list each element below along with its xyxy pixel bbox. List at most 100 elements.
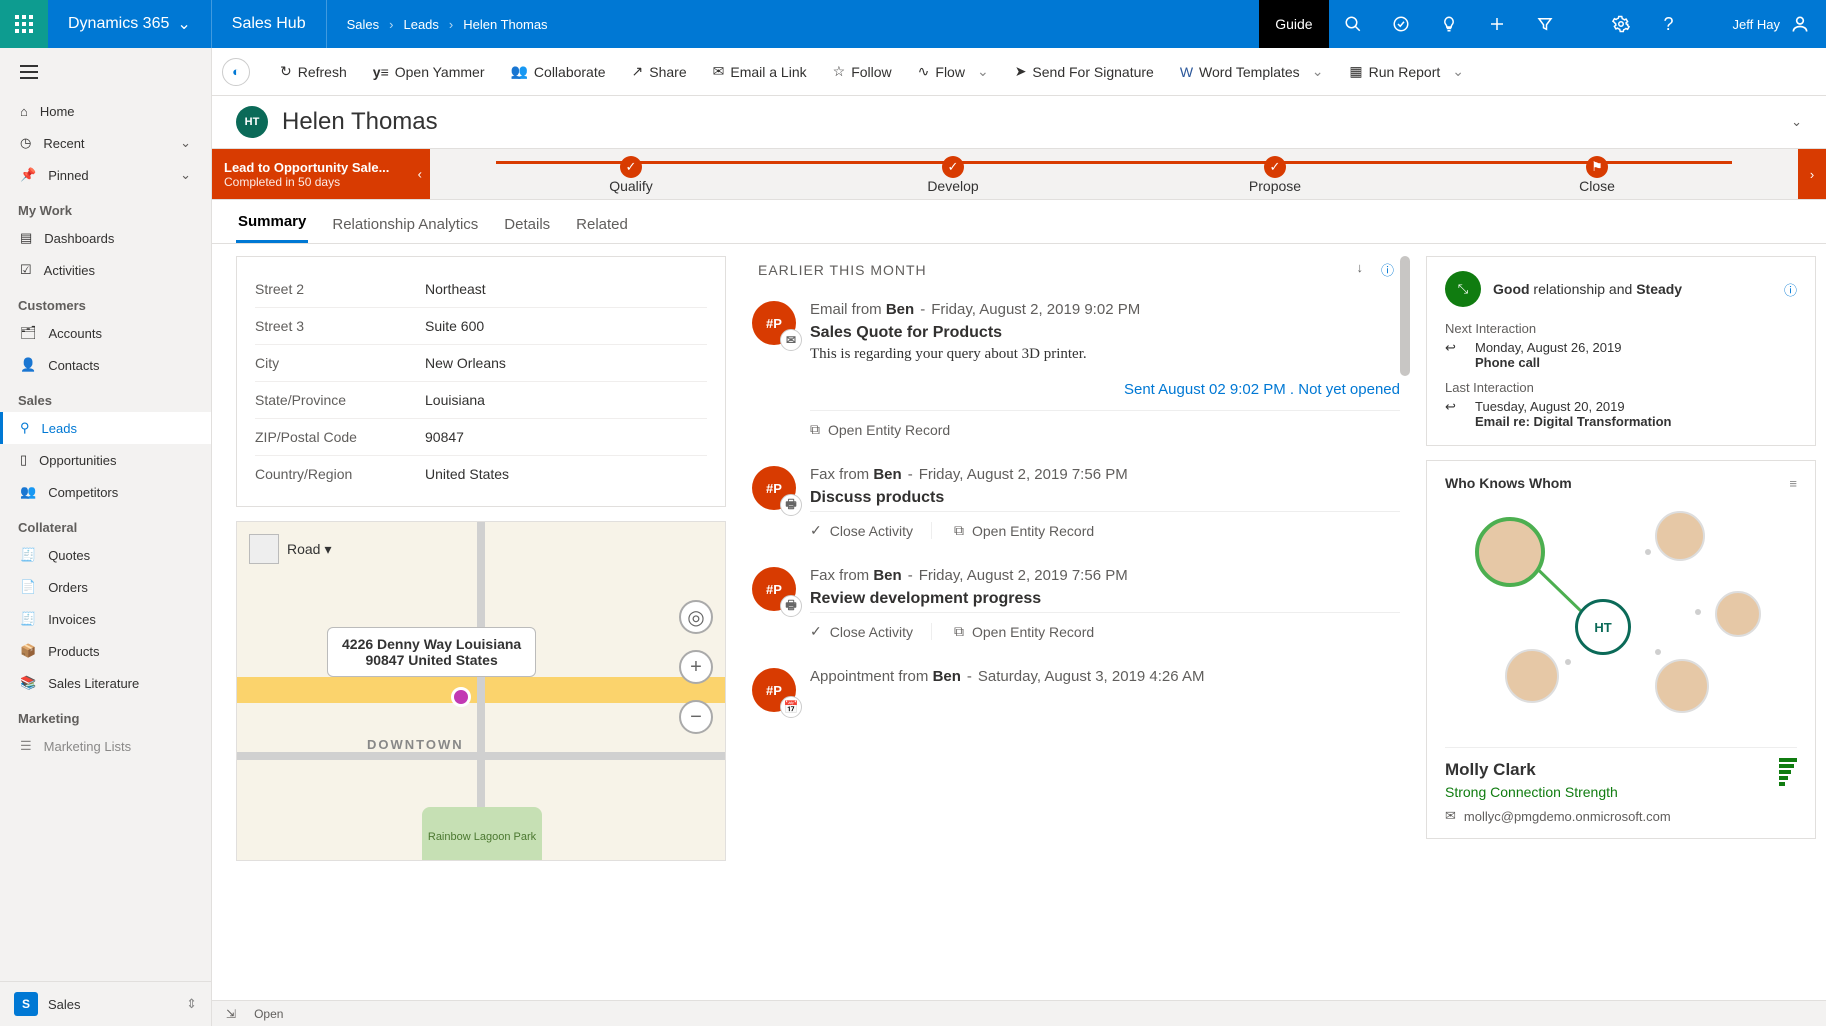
open-icon: ⧉ — [954, 522, 964, 539]
follow-button[interactable]: ☆Follow — [823, 57, 902, 86]
filter-icon[interactable] — [1521, 0, 1569, 48]
nav-competitors[interactable]: 👥Competitors — [0, 476, 211, 508]
yammer-button[interactable]: y≡Open Yammer — [363, 58, 495, 86]
timeline-subject[interactable]: Sales Quote for Products — [810, 324, 1400, 342]
nav-accounts[interactable]: 🗂Accounts — [0, 317, 211, 349]
wkw-node[interactable] — [1505, 649, 1559, 703]
nav-dashboards[interactable]: ▤Dashboards — [0, 222, 211, 254]
nav-marketinglists[interactable]: ☰Marketing Lists — [0, 730, 211, 762]
wkw-graph[interactable]: HT — [1445, 499, 1797, 739]
popout-icon[interactable]: ⇲ — [226, 1007, 236, 1021]
map-card[interactable]: DOWNTOWN Rainbow Lagoon Park Road▾ 4226 … — [236, 521, 726, 861]
add-icon[interactable] — [1473, 0, 1521, 48]
open-entity-record-button[interactable]: ⧉Open Entity Record — [810, 421, 968, 438]
nav-leads[interactable]: ⚲Leads — [0, 412, 211, 444]
refresh-button[interactable]: ↻Refresh — [270, 57, 357, 86]
address-field[interactable]: ZIP/Postal Code90847 — [255, 419, 707, 456]
nav-pinned[interactable]: 📌Pinned⌄ — [0, 159, 211, 191]
tab-summary[interactable]: Summary — [236, 203, 308, 243]
wkw-node-center[interactable]: HT — [1575, 599, 1631, 655]
wkw-person[interactable]: Molly Clark Strong Connection Strength ✉… — [1445, 747, 1797, 824]
hub-name[interactable]: Sales Hub — [212, 0, 327, 48]
info-icon[interactable]: ⓘ — [1784, 280, 1797, 299]
nav-orders[interactable]: 📄Orders — [0, 571, 211, 603]
nav-activities[interactable]: ☑Activities — [0, 254, 211, 286]
run-report-button[interactable]: ▦Run Report⌄ — [1339, 57, 1474, 86]
scrollbar[interactable] — [1400, 256, 1410, 376]
wkw-node[interactable] — [1715, 591, 1761, 637]
nav-recent[interactable]: ◷Recent⌄ — [0, 127, 211, 159]
address-field[interactable]: CityNew Orleans — [255, 345, 707, 382]
wkw-person-strength: Strong Connection Strength — [1445, 784, 1797, 800]
account-icon: 🗂 — [20, 325, 37, 341]
literature-icon: 📚 — [20, 675, 36, 691]
open-entity-record-button[interactable]: ⧉Open Entity Record — [954, 623, 1112, 640]
field-value: United States — [425, 466, 509, 482]
timeline-subject[interactable]: Review development progress — [810, 590, 1400, 608]
menu-toggle-icon[interactable] — [0, 48, 211, 96]
wkw-node[interactable] — [1655, 659, 1709, 713]
list-icon[interactable]: ≡ — [1789, 476, 1797, 491]
tab-details[interactable]: Details — [502, 206, 552, 243]
timeline-actions: ✓Close Activity ⧉Open Entity Record — [810, 612, 1400, 640]
help-icon[interactable]: ? — [1645, 0, 1693, 48]
collaborate-button[interactable]: 👥Collaborate — [500, 57, 615, 86]
expand-icon[interactable]: ⌄ — [1791, 114, 1802, 130]
nav-quotes[interactable]: 🧾Quotes — [0, 539, 211, 571]
address-field[interactable]: Street 3Suite 600 — [255, 308, 707, 345]
nav-home[interactable]: ⌂Home — [0, 96, 211, 127]
stage-develop[interactable]: ✓Develop — [792, 154, 1114, 194]
email-link-button[interactable]: ✉Email a Link — [703, 57, 817, 86]
activity-type-icon: ✉ — [780, 329, 802, 351]
timeline-meta: Appointment from Ben-Saturday, August 3,… — [810, 668, 1400, 685]
nav-contacts[interactable]: 👤Contacts — [0, 349, 211, 381]
address-field[interactable]: State/ProvinceLouisiana — [255, 382, 707, 419]
close-activity-button[interactable]: ✓Close Activity — [810, 623, 932, 640]
nav-products[interactable]: 📦Products — [0, 635, 211, 667]
process-label[interactable]: Lead to Opportunity Sale... Completed in… — [212, 149, 430, 199]
breadcrumb-item[interactable]: Sales — [347, 17, 380, 32]
settings-icon[interactable] — [1597, 0, 1645, 48]
address-field[interactable]: Street 2Northeast — [255, 271, 707, 308]
sort-icon[interactable]: ↓ — [1356, 260, 1363, 279]
user-menu[interactable]: Jeff Hay — [1693, 14, 1826, 34]
lightbulb-icon[interactable] — [1425, 0, 1473, 48]
dashboard-icon: ▤ — [20, 230, 32, 246]
map-zoom-in-button[interactable]: + — [679, 650, 713, 684]
map-zoom-out-button[interactable]: − — [679, 700, 713, 734]
breadcrumb-item[interactable]: Helen Thomas — [463, 17, 547, 32]
process-next-button[interactable]: › — [1798, 149, 1826, 199]
word-templates-button[interactable]: WWord Templates⌄ — [1170, 57, 1334, 86]
home-icon: ⌂ — [20, 104, 28, 119]
timeline-subject[interactable]: Discuss products — [810, 489, 1400, 507]
wkw-node[interactable] — [1655, 511, 1705, 561]
info-icon[interactable]: ⓘ — [1381, 260, 1394, 279]
tab-relationship-analytics[interactable]: Relationship Analytics — [330, 206, 480, 243]
breadcrumb-item[interactable]: Leads — [403, 17, 438, 32]
nav-invoices[interactable]: 🧾Invoices — [0, 603, 211, 635]
area-switcher[interactable]: S Sales ⇕ — [0, 982, 211, 1026]
send-signature-button[interactable]: ➤Send For Signature — [1005, 57, 1164, 86]
wkw-person-email[interactable]: ✉mollyc@pmgdemo.onmicrosoft.com — [1445, 808, 1797, 824]
tab-related[interactable]: Related — [574, 206, 630, 243]
guide-button[interactable]: Guide — [1259, 0, 1328, 48]
address-field[interactable]: Country/RegionUnited States — [255, 456, 707, 492]
search-icon[interactable] — [1329, 0, 1377, 48]
app-launcher-icon[interactable] — [0, 0, 48, 48]
stage-close[interactable]: ⚑Close — [1436, 154, 1758, 194]
nav-saleslit[interactable]: 📚Sales Literature — [0, 667, 211, 699]
stage-propose[interactable]: ✓Propose — [1114, 154, 1436, 194]
flow-button[interactable]: ∿Flow⌄ — [908, 57, 999, 86]
map-locate-button[interactable]: ◎ — [679, 600, 713, 634]
close-activity-button[interactable]: ✓Close Activity — [810, 522, 932, 539]
nav-opportunities[interactable]: ▯Opportunities — [0, 444, 211, 476]
task-icon[interactable] — [1377, 0, 1425, 48]
wkw-node-primary[interactable] — [1475, 517, 1545, 587]
map-type-selector[interactable]: Road▾ — [249, 534, 332, 564]
app-name[interactable]: Dynamics 365 ⌄ — [48, 0, 212, 48]
open-entity-record-button[interactable]: ⧉Open Entity Record — [954, 522, 1112, 539]
share-button[interactable]: ↗Share — [622, 57, 697, 86]
status-bar: ⇲ Open — [212, 1000, 1826, 1026]
back-icon[interactable]: ◐ — [222, 58, 250, 86]
stage-qualify[interactable]: ✓Qualify — [470, 154, 792, 194]
